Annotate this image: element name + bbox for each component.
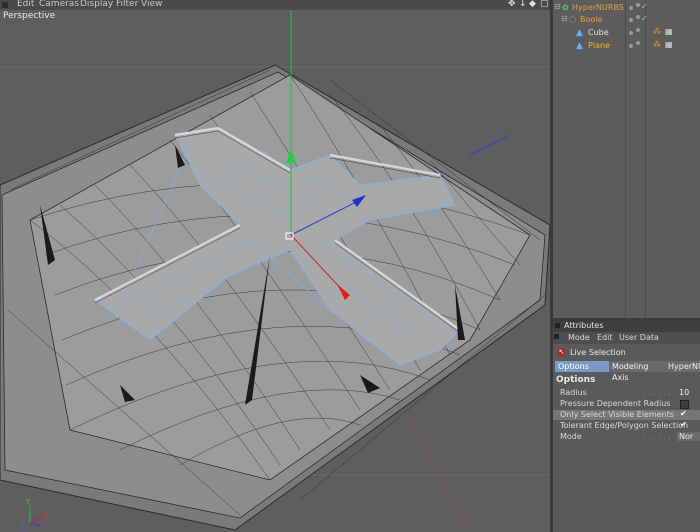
prop-label: Tolerant Edge/Polygon Selection	[560, 421, 689, 430]
attribute-tabs: Options Modeling Axis HyperNU	[553, 361, 700, 382]
svg-text:Y: Y	[25, 498, 31, 506]
prop-mode: Mode . . . . . . Nor	[553, 432, 700, 442]
tab-options[interactable]: Options	[555, 361, 610, 372]
menu-mode[interactable]: Mode	[568, 333, 590, 342]
prop-label: Mode	[560, 432, 582, 441]
rotate-view-icon[interactable]: ◆	[529, 0, 536, 9]
visibility-render-icon[interactable]	[636, 41, 640, 45]
menu-cameras[interactable]: Cameras	[39, 0, 79, 9]
object-manager: ⊟ ✿ HyperNURBS ✓ ⊟ ⬡ Boole ✓ ▲ Cube ⁂ ▦ …	[553, 0, 700, 318]
object-name[interactable]: HyperNURBS	[572, 3, 624, 12]
tolerant-checkbox[interactable]: ✔	[680, 420, 687, 429]
leader-dots: . . . . . .	[643, 432, 671, 441]
menu-user-data[interactable]: User Data	[619, 333, 659, 342]
menu-edit[interactable]: Edit	[17, 0, 34, 9]
mode-select[interactable]: Nor	[677, 432, 700, 441]
texture-tag-icon[interactable]: ▦	[665, 27, 673, 36]
prop-label: Radius	[560, 388, 587, 397]
prop-pressure-radius: Pressure Dependent Radius	[553, 399, 700, 409]
mesh-render: Y Z X	[0, 10, 550, 531]
prop-label: Only Select Visible Elements	[560, 410, 675, 419]
leader-dots: . . . . . .	[643, 388, 671, 397]
section-title: Options	[556, 375, 596, 385]
viewport-menubar: Edit Cameras Display Filter View ✥ ↓ ◆ ▢	[0, 0, 550, 10]
boole-icon: ⬡	[569, 15, 576, 24]
attributes-menubar: Mode Edit User Data	[553, 332, 700, 344]
polygon-object-icon: ▲	[576, 28, 583, 38]
visibility-render-icon[interactable]	[636, 28, 640, 32]
tool-name: Live Selection	[570, 348, 626, 357]
enabled-check-icon[interactable]: ✓	[641, 2, 648, 11]
menu-view[interactable]: View	[141, 0, 162, 9]
menu-display[interactable]: Display	[80, 0, 113, 9]
menu-filter[interactable]: Filter	[116, 0, 138, 9]
prop-visible-only: Only Select Visible Elements ✔	[553, 409, 700, 420]
tab-modeling-axis[interactable]: Modeling Axis	[609, 361, 666, 382]
visibility-render-icon[interactable]	[636, 3, 640, 7]
zoom-view-icon[interactable]: ↓	[519, 0, 527, 9]
object-name[interactable]: Plane	[588, 41, 610, 50]
move-view-icon[interactable]: ✥	[508, 0, 516, 9]
prop-radius: Radius . . . . . . 10	[553, 388, 700, 398]
viewport-label: Perspective	[3, 11, 56, 21]
visible-only-checkbox[interactable]: ✔	[680, 409, 687, 418]
svg-text:Z: Z	[20, 523, 25, 531]
attributes-title: Attributes	[564, 321, 604, 330]
material-tag-icon[interactable]: ⁂	[653, 27, 661, 36]
visibility-editor-icon[interactable]	[629, 31, 633, 35]
collapse-icon[interactable]: ⊟	[561, 14, 568, 23]
visibility-editor-icon[interactable]	[629, 6, 633, 10]
maximize-view-icon[interactable]: ▢	[540, 0, 549, 9]
hypernurbs-icon: ✿	[562, 3, 569, 12]
prop-tolerant: Tolerant Edge/Polygon Selection ✔	[553, 420, 700, 431]
object-name[interactable]: Cube	[588, 28, 609, 37]
visibility-render-icon[interactable]	[636, 15, 640, 19]
grip-icon[interactable]	[554, 334, 559, 339]
object-row-boole[interactable]: ⊟ ⬡ Boole ✓	[553, 14, 700, 26]
menu-edit[interactable]: Edit	[597, 333, 613, 342]
live-selection-icon: ↖	[557, 348, 566, 357]
tab-hypernurbs[interactable]: HyperNU	[665, 361, 700, 372]
radius-input[interactable]: 10	[677, 388, 700, 397]
object-row-cube[interactable]: ▲ Cube ⁂ ▦	[553, 27, 700, 39]
object-name[interactable]: Boole	[580, 15, 602, 24]
grip-icon[interactable]	[555, 323, 560, 328]
prop-label: Pressure Dependent Radius	[560, 399, 671, 408]
object-row-hypernurbs[interactable]: ⊟ ✿ HyperNURBS ✓	[553, 2, 700, 14]
attributes-title-bar: Attributes	[553, 321, 700, 332]
pressure-radius-checkbox[interactable]	[680, 400, 689, 409]
material-tag-icon[interactable]: ⁂	[653, 40, 661, 49]
collapse-icon[interactable]: ⊟	[554, 2, 561, 11]
perspective-viewport[interactable]: Y Z X Perspective	[0, 10, 550, 532]
tool-header: ↖ Live Selection	[553, 346, 700, 360]
polygon-object-icon: ▲	[576, 41, 583, 51]
right-panel: ⊟ ✿ HyperNURBS ✓ ⊟ ⬡ Boole ✓ ▲ Cube ⁂ ▦ …	[553, 0, 700, 532]
visibility-editor-icon[interactable]	[629, 44, 633, 48]
svg-text:X: X	[44, 511, 49, 519]
visibility-editor-icon[interactable]	[629, 18, 633, 22]
grip-icon[interactable]	[2, 2, 8, 8]
enabled-check-icon[interactable]: ✓	[641, 14, 648, 23]
texture-tag-icon[interactable]: ▦	[665, 40, 673, 49]
object-row-plane[interactable]: ▲ Plane ⁂ ▦	[553, 40, 700, 52]
